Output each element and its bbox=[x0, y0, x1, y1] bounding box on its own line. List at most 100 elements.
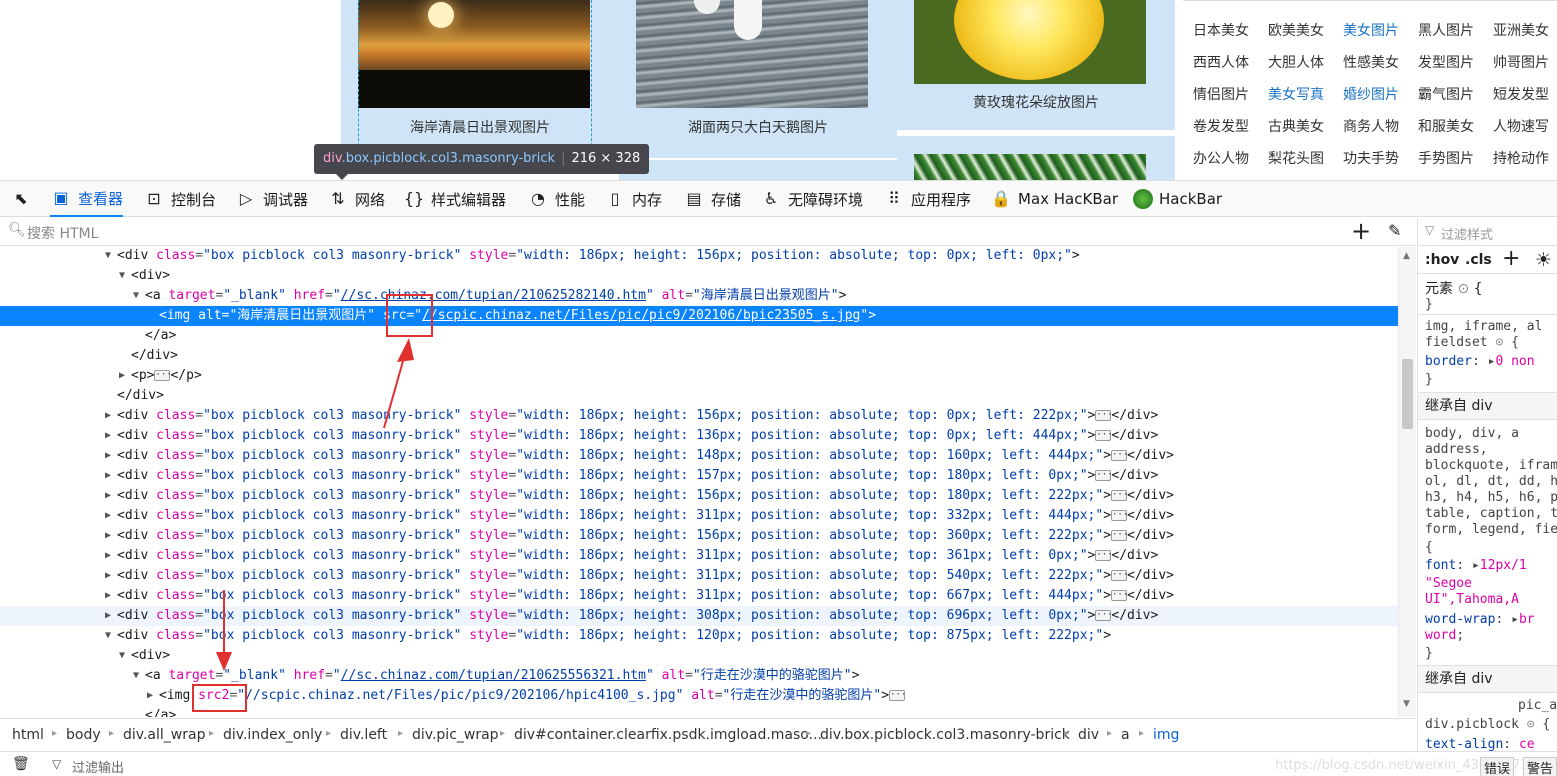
breadcrumb-item[interactable]: div.all_wrap bbox=[123, 727, 205, 743]
picture-card[interactable] bbox=[897, 136, 1175, 180]
tag-link[interactable]: 发型图片 bbox=[1418, 52, 1474, 72]
picture-caption[interactable]: 黄玫瑰花朵绽放图片 bbox=[897, 92, 1175, 112]
expand-twisty-icon[interactable]: ▶ bbox=[105, 526, 111, 546]
markup-node[interactable]: ▼ <div class="box picblock col3 masonry-b… bbox=[0, 626, 1398, 646]
collapse-twisty-icon[interactable]: ▼ bbox=[133, 286, 139, 306]
tag-link[interactable]: 欧美美女 bbox=[1268, 20, 1324, 40]
markup-node[interactable]: ▶ <div class="box picblock col3 masonry-b… bbox=[0, 466, 1398, 486]
markup-node[interactable]: ▼ <a target="_blank" href="//sc.chinaz.co… bbox=[0, 286, 1398, 306]
scrollbar-thumb[interactable] bbox=[1402, 359, 1413, 429]
class-toggle-button[interactable]: .cls bbox=[1465, 252, 1492, 268]
tag-link[interactable]: 霸气图片 bbox=[1418, 84, 1474, 104]
tab-accessibility[interactable]: ♿ 无障碍环境 bbox=[760, 181, 863, 217]
markup-node[interactable]: ▶ <div class="box picblock col3 masonry-b… bbox=[0, 406, 1398, 426]
expand-twisty-icon[interactable]: ▶ bbox=[105, 406, 111, 426]
expand-twisty-icon[interactable]: ▶ bbox=[119, 366, 125, 386]
tag-link[interactable]: 婚纱图片 bbox=[1343, 84, 1399, 104]
expand-twisty-icon[interactable]: ▶ bbox=[105, 586, 111, 606]
console-filter-input[interactable]: 过滤输出 bbox=[72, 757, 124, 776]
search-input[interactable]: 搜索 HTML bbox=[27, 223, 98, 243]
markup-node[interactable]: ▼ <div> bbox=[0, 646, 1398, 666]
expand-twisty-icon[interactable]: ▶ bbox=[105, 466, 111, 486]
element-picker-button[interactable]: ⬉ bbox=[10, 181, 38, 217]
tag-link[interactable]: 黑人图片 bbox=[1418, 20, 1474, 40]
breadcrumb-item[interactable]: div.pic_wrap bbox=[412, 727, 499, 743]
breadcrumb-item[interactable]: div#container.clearfix.psdk.imgload.maso… bbox=[514, 727, 822, 743]
breadcrumb-item[interactable]: div.box.picblock.col3.masonry-brick bbox=[820, 727, 1070, 743]
breadcrumb-item[interactable]: body bbox=[66, 727, 101, 743]
add-node-icon[interactable]: + bbox=[1351, 217, 1371, 245]
expand-twisty-icon[interactable]: ▶ bbox=[105, 566, 111, 586]
tag-link[interactable]: 美女图片 bbox=[1343, 20, 1399, 40]
tab-storage[interactable]: ▤ 存储 bbox=[683, 181, 741, 217]
selected-node-img[interactable]: <img alt="海岸清晨日出景观图片" src="//scpic.china… bbox=[0, 306, 1398, 326]
markup-node[interactable]: </div> bbox=[0, 346, 1398, 366]
tag-link[interactable]: 亚洲美女 bbox=[1493, 20, 1549, 40]
tag-link[interactable]: 功夫手势 bbox=[1343, 148, 1399, 168]
markup-node[interactable]: ▶ <div class="box picblock col3 masonry-b… bbox=[0, 426, 1398, 446]
expand-twisty-icon[interactable]: ▶ bbox=[105, 606, 111, 626]
picture-card[interactable]: 湖面两只大白天鹅图片 bbox=[619, 0, 897, 158]
tab-network[interactable]: ⇅ 网络 bbox=[327, 181, 385, 217]
tag-link[interactable]: 手势图片 bbox=[1418, 148, 1474, 168]
markup-node[interactable]: ▶ <div class="box picblock col3 masonry-b… bbox=[0, 446, 1398, 466]
markup-scrollbar[interactable]: ▲ ▼ bbox=[1398, 247, 1416, 717]
collapse-twisty-icon[interactable]: ▼ bbox=[105, 247, 111, 266]
tab-console[interactable]: ⊡ 控制台 bbox=[143, 181, 216, 217]
markup-node[interactable]: ▶ <div class="box picblock col3 masonry-b… bbox=[0, 586, 1398, 606]
markup-node[interactable]: ▶ <p>···</p> bbox=[0, 366, 1398, 386]
tag-link[interactable]: 古典美女 bbox=[1268, 116, 1324, 136]
warnings-filter-button[interactable]: 警告 bbox=[1523, 757, 1557, 776]
tab-application[interactable]: ⠿ 应用程序 bbox=[883, 181, 971, 217]
swan-lake-photo[interactable] bbox=[636, 0, 868, 108]
tab-inspector[interactable]: ▣ 查看器 bbox=[50, 181, 124, 217]
eyedropper-icon[interactable]: ✎ bbox=[1388, 221, 1401, 240]
tab-performance[interactable]: ◔ 性能 bbox=[527, 181, 585, 217]
tag-link[interactable]: 梨花头图 bbox=[1268, 148, 1324, 168]
collapse-twisty-icon[interactable]: ▼ bbox=[119, 646, 125, 666]
tag-link[interactable]: 人物速写 bbox=[1493, 116, 1549, 136]
picture-card[interactable]: 黄玫瑰花朵绽放图片 bbox=[897, 0, 1175, 130]
breadcrumb-item[interactable]: html bbox=[12, 727, 44, 743]
picture-caption[interactable]: 湖面两只大白天鹅图片 bbox=[619, 117, 897, 137]
markup-node[interactable]: ▶ <div class="box picblock col3 masonry-b… bbox=[0, 546, 1398, 566]
expand-twisty-icon[interactable]: ▶ bbox=[105, 446, 111, 466]
expand-twisty-icon[interactable]: ▶ bbox=[105, 486, 111, 506]
collapse-twisty-icon[interactable]: ▼ bbox=[105, 626, 111, 646]
expand-twisty-icon[interactable]: ▶ bbox=[105, 546, 111, 566]
markup-node[interactable]: </a> bbox=[0, 326, 1398, 346]
collapse-twisty-icon[interactable]: ▼ bbox=[119, 266, 125, 286]
picture-card[interactable] bbox=[619, 160, 897, 180]
markup-node[interactable]: ▼ <div> bbox=[0, 266, 1398, 286]
tag-link[interactable]: 美女写真 bbox=[1268, 84, 1324, 104]
yellow-rose-photo[interactable] bbox=[914, 0, 1146, 84]
markup-node[interactable]: ▶ <div class="box picblock col3 masonry-b… bbox=[0, 486, 1398, 506]
tab-style-editor[interactable]: {} 样式编辑器 bbox=[403, 181, 506, 217]
tab-hackbar[interactable]: HackBar bbox=[1133, 181, 1222, 217]
tag-link[interactable]: 持枪动作 bbox=[1493, 148, 1549, 168]
errors-filter-button[interactable]: 错误 bbox=[1480, 757, 1515, 776]
breadcrumb-item[interactable]: img bbox=[1153, 727, 1179, 743]
markup-node[interactable]: ▶ <div class="box picblock col3 masonry-b… bbox=[0, 606, 1398, 626]
tag-link[interactable]: 和服美女 bbox=[1418, 116, 1474, 136]
breadcrumb-item[interactable]: div bbox=[1078, 727, 1099, 743]
tag-link[interactable]: 办公人物 bbox=[1193, 148, 1249, 168]
breadcrumb-item[interactable]: div.index_only bbox=[223, 727, 322, 743]
expand-twisty-icon[interactable]: ▶ bbox=[105, 506, 111, 526]
markup-node[interactable]: ▶ <div class="box picblock col3 masonry-b… bbox=[0, 566, 1398, 586]
hover-toggle-button[interactable]: :hov bbox=[1425, 252, 1459, 268]
breadcrumb-item[interactable]: a bbox=[1121, 727, 1130, 743]
leaves-photo[interactable] bbox=[914, 154, 1146, 180]
add-rule-icon[interactable]: + bbox=[1502, 246, 1520, 271]
tab-debugger[interactable]: ▷ 调试器 bbox=[235, 181, 308, 217]
markup-node[interactable]: ▼ <div class="box picblock col3 masonry-b… bbox=[0, 247, 1398, 266]
light-theme-icon[interactable]: ☀ bbox=[1535, 249, 1552, 271]
tab-memory[interactable]: ▯ 内存 bbox=[604, 181, 662, 217]
collapse-twisty-icon[interactable]: ▼ bbox=[133, 666, 139, 686]
trash-icon[interactable]: 🗑 bbox=[12, 756, 30, 772]
tag-link[interactable]: 短发发型 bbox=[1493, 84, 1549, 104]
tag-link[interactable]: 日本美女 bbox=[1193, 20, 1249, 40]
markup-node[interactable]: </div> bbox=[0, 386, 1398, 406]
tag-link[interactable]: 商务人物 bbox=[1343, 116, 1399, 136]
tag-link[interactable]: 大胆人体 bbox=[1268, 52, 1324, 72]
